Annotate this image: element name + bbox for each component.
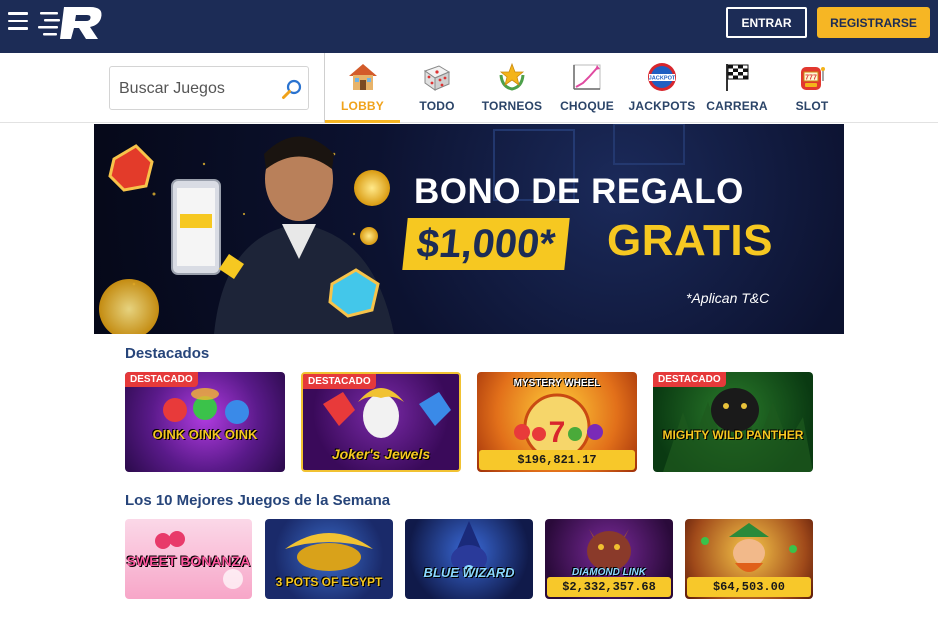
banner-title: BONO DE REGALO (414, 172, 744, 211)
top-header: ENTRAR REGISTRARSE (0, 0, 938, 53)
game-tile-mystery-wheel[interactable]: 7 MYSTERY WHEEL $196,821.17 (477, 372, 637, 472)
trophy-star-icon (499, 62, 525, 91)
game-tile-leprechaun[interactable]: $64,503.00 (685, 519, 813, 599)
game-tile-mighty-wild-panther[interactable]: MIGHTY WILD PANTHER DESTACADO (653, 372, 813, 472)
game-artwork (163, 388, 249, 424)
nav-label: SLOT (795, 99, 829, 113)
category-nav: LOBBY TODO TORNEOS CHOQUE (0, 53, 938, 123)
nav-item-choque[interactable]: CHOQUE (556, 53, 618, 123)
slot-machine-icon: 777 (801, 67, 825, 90)
game-title: MYSTERY WHEEL (513, 378, 601, 389)
svg-text:7: 7 (549, 416, 566, 449)
crash-chart-icon (573, 64, 601, 90)
game-title: MIGHTY WILD PANTHER (662, 428, 804, 442)
nav-item-jackpots[interactable]: JACKPOT JACKPOTS (628, 53, 696, 123)
hamburger-menu-icon[interactable] (8, 12, 28, 32)
svg-text:JACKPOT: JACKPOT (649, 76, 676, 82)
nav-item-carrera[interactable]: CARRERA (706, 53, 768, 123)
game-tile-diamond-link[interactable]: DIAMOND LINK $2,332,357.68 (545, 519, 673, 599)
game-tile-oink-oink-oink[interactable]: OINK OINK OINK DESTACADO (125, 372, 285, 472)
nav-item-slot[interactable]: 777 SLOT (782, 53, 842, 123)
game-title: Joker's Jewels (331, 446, 431, 462)
featured-badge: DESTACADO (125, 372, 198, 387)
nav-label: LOBBY (341, 99, 384, 113)
search-box (109, 66, 309, 110)
search-input[interactable] (119, 78, 279, 100)
banner-gratis: GRATIS (607, 216, 773, 265)
nav-item-torneos[interactable]: TORNEOS (478, 53, 546, 123)
nav-label: CARRERA (706, 99, 768, 113)
game-title: SWEET BONANZA (126, 553, 251, 569)
login-button[interactable]: ENTRAR (726, 7, 807, 38)
nav-label: TODO (419, 99, 455, 113)
nav-label: TORNEOS (481, 99, 543, 113)
nav-label: JACKPOTS (628, 99, 696, 113)
featured-section-title: Destacados (125, 345, 210, 362)
dice-icon (423, 65, 451, 91)
house-icon (348, 64, 377, 90)
jackpot-amount: $196,821.17 (479, 450, 635, 470)
jackpot-icon: JACKPOT (648, 63, 676, 91)
nav-label: CHOQUE (560, 99, 614, 113)
game-title: OINK OINK OINK (152, 427, 258, 442)
search-icon[interactable] (281, 78, 303, 100)
register-button[interactable]: REGISTRARSE (817, 7, 930, 38)
game-title: BLUE WIZARD (423, 565, 515, 580)
game-tile-blue-wizard[interactable]: BLUE WIZARD (405, 519, 533, 599)
game-artwork (663, 388, 813, 472)
game-tile-3-pots-of-egypt[interactable]: 3 POTS OF EGYPT (265, 519, 393, 599)
brand-logo[interactable] (38, 3, 106, 43)
featured-badge: DESTACADO (653, 372, 726, 387)
game-artwork (451, 521, 487, 577)
game-tile-sweet-bonanza[interactable]: SWEET BONANZA (125, 519, 252, 599)
svg-text:777: 777 (805, 74, 817, 81)
nav-item-todo[interactable]: TODO (404, 53, 470, 123)
top10-section-title: Los 10 Mejores Juegos de la Semana (125, 492, 391, 509)
promo-banner[interactable]: BONO DE REGALO $1,000* GRATIS *Aplican T… (94, 124, 844, 334)
jackpot-amount: $2,332,357.68 (547, 577, 671, 597)
game-tile-jokers-jewels[interactable]: Joker's Jewels DESTACADO (301, 372, 461, 472)
banner-terms: *Aplican T&C (686, 290, 770, 306)
checkered-flag-icon (726, 64, 749, 91)
banner-amount: $1,000* (402, 218, 570, 270)
game-title: 3 POTS OF EGYPT (275, 575, 383, 589)
jackpot-amount: $64,503.00 (687, 577, 811, 597)
nav-item-lobby[interactable]: LOBBY (325, 53, 400, 123)
featured-badge: DESTACADO (303, 374, 376, 389)
